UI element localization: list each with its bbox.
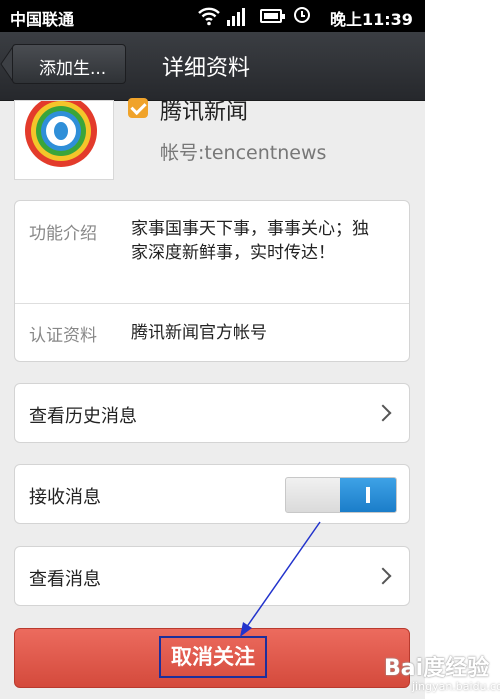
account-id: 帐号:tencentnews (160, 142, 327, 164)
cert-row: 认证资料 腾讯新闻官方帐号 (15, 303, 409, 361)
receive-messages-row: 接收消息 (14, 464, 410, 524)
tencent-news-logo[interactable] (14, 100, 114, 180)
profile-header: 腾讯新闻 帐号:tencentnews (0, 98, 425, 190)
receive-messages-toggle[interactable] (285, 477, 397, 513)
carrier-label: 中国联通 (10, 10, 75, 29)
wifi-icon (198, 7, 220, 26)
back-button-label: 添加生... (39, 59, 107, 79)
phone-screen: 中国联通 晚上11:39 添加生... 详细资料 腾讯新闻 帐号:tencent… (0, 0, 425, 699)
clock-time: 晚上11:39 (330, 10, 413, 29)
back-button[interactable]: 添加生... (12, 44, 126, 84)
view-history-label: 查看历史消息 (29, 406, 137, 427)
cert-label: 认证资料 (29, 326, 97, 346)
status-bar: 中国联通 晚上11:39 (0, 0, 425, 32)
view-messages-label: 查看消息 (29, 569, 101, 590)
intro-value: 家事国事天下事，事事关心；独家深度新鲜事，实时传达！ (131, 219, 369, 263)
receive-messages-label: 接收消息 (29, 487, 101, 508)
clock-icon (294, 7, 310, 23)
intro-label: 功能介绍 (29, 224, 97, 244)
view-history-row[interactable]: 查看历史消息 (14, 383, 410, 443)
view-messages-row[interactable]: 查看消息 (14, 546, 410, 606)
chevron-right-icon (374, 404, 392, 422)
cert-value: 腾讯新闻官方帐号 (131, 323, 267, 343)
chevron-right-icon (374, 567, 392, 585)
unfollow-button[interactable]: 取消关注 (14, 628, 410, 688)
watermark-main: Bai度经验 (384, 656, 490, 681)
signal-icon (227, 8, 245, 26)
battery-icon (260, 9, 285, 23)
nav-bar: 添加生... 详细资料 (0, 32, 425, 101)
intro-row: 功能介绍 家事国事天下事，事事关心；独家深度新鲜事，实时传达！ (15, 201, 409, 304)
page-title: 详细资料 (162, 56, 251, 81)
account-name: 腾讯新闻 (160, 100, 249, 125)
info-card: 功能介绍 家事国事天下事，事事关心；独家深度新鲜事，实时传达！ 认证资料 腾讯新… (14, 200, 410, 362)
watermark-sub: jingyan.baidu.com (412, 680, 500, 693)
unfollow-button-label: 取消关注 (159, 636, 267, 678)
logo-graphic (25, 101, 97, 167)
verified-icon (128, 98, 148, 118)
toggle-knob (340, 478, 396, 512)
baidu-watermark: Bai度经验 jingyan.baidu.com (384, 650, 500, 694)
